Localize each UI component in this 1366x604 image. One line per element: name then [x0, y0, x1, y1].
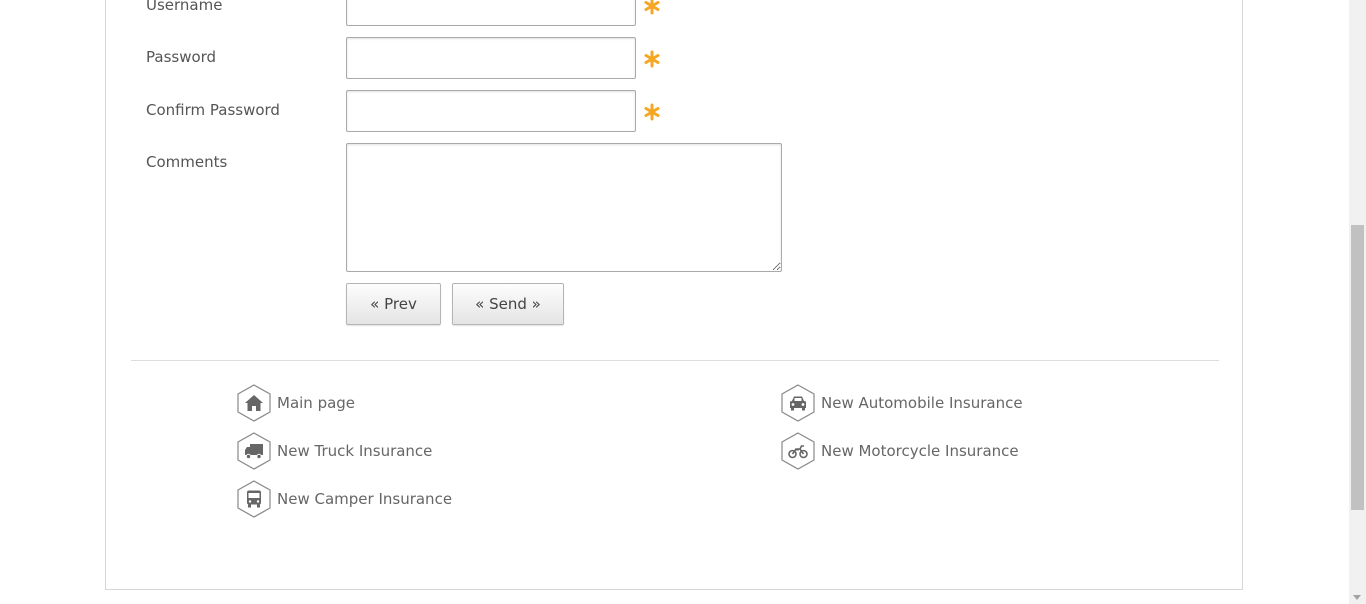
motorcycle-icon — [781, 432, 815, 470]
confirm-password-input[interactable] — [346, 90, 636, 132]
nav-link-new-camper-insurance[interactable]: New Camper Insurance — [237, 480, 452, 518]
nav-link-label: New Truck Insurance — [277, 442, 433, 460]
scroll-down-arrow-icon[interactable] — [1353, 595, 1361, 600]
vertical-scrollbar[interactable] — [1349, 0, 1366, 604]
password-label: Password — [146, 48, 217, 66]
comments-textarea[interactable] — [346, 143, 782, 272]
nav-link-label: New Camper Insurance — [277, 490, 453, 508]
nav-link-new-motorcycle-insurance[interactable]: New Motorcycle Insurance — [781, 432, 1019, 470]
nav-link-label: New Motorcycle Insurance — [821, 442, 1019, 460]
car-icon — [781, 384, 815, 422]
comments-label: Comments — [146, 153, 228, 171]
nav-link-main-page[interactable]: Main page — [237, 384, 355, 422]
asterisk-icon — [644, 103, 660, 121]
scrollbar-thumb[interactable] — [1351, 225, 1364, 510]
home-icon — [237, 384, 271, 422]
footer-divider — [131, 360, 1219, 361]
nav-link-new-automobile-insurance[interactable]: New Automobile Insurance — [781, 384, 1023, 422]
prev-button[interactable]: « Prev — [346, 283, 441, 325]
nav-link-label: Main page — [277, 394, 356, 412]
bus-icon — [237, 480, 271, 518]
asterisk-icon — [644, 0, 660, 15]
asterisk-icon — [644, 50, 660, 68]
nav-link-label: New Automobile Insurance — [821, 394, 1023, 412]
username-input[interactable] — [346, 0, 636, 26]
username-label: Username — [146, 0, 223, 14]
send-button[interactable]: « Send » — [452, 283, 564, 325]
page-viewport: Username Password Confirm Password Comme… — [0, 0, 1366, 604]
password-input[interactable] — [346, 37, 636, 79]
confirm-password-label: Confirm Password — [146, 101, 280, 119]
truck-icon — [237, 432, 271, 470]
nav-link-new-truck-insurance[interactable]: New Truck Insurance — [237, 432, 432, 470]
